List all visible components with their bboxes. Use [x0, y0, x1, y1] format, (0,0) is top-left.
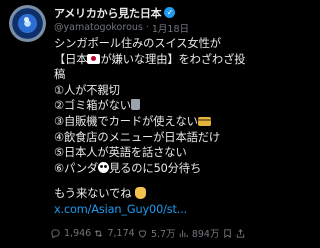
panda-icon [97, 161, 109, 173]
timestamp[interactable]: 1月18日 [152, 21, 189, 35]
reason-3: ③自販機でカードが使えない [54, 114, 243, 130]
tweet-line-1: シンガポール住みのスイス女性が [54, 37, 221, 50]
reply-icon [51, 228, 60, 238]
share-icon [236, 228, 245, 238]
verified-badge-icon[interactable]: ✓ [164, 7, 176, 18]
tweet-line-2-start: 【日本 [54, 52, 88, 66]
reason-3-text: ③自販機でカードが使えない [54, 114, 198, 128]
closing-text: もう来ないでね [54, 187, 132, 201]
heart-icon [138, 229, 147, 238]
reason-6-end: 見るのに50分待ち [108, 161, 202, 175]
credit-card-icon [197, 116, 211, 126]
repost-icon [95, 229, 103, 237]
tweet-line-3: 稿 [54, 68, 66, 82]
action-bar: 1,946 7,174 5.7万 894万 [50, 226, 246, 240]
tweet-meta: @yamatogokorous · 1月18日 [54, 21, 243, 35]
tweet-link[interactable]: x.com/Asian_Guy00/st... [54, 203, 187, 216]
repost-count: 7,174 [107, 227, 135, 239]
share-button[interactable] [235, 228, 246, 239]
like-button[interactable]: 5.7万 [137, 226, 176, 240]
trash-can-icon [130, 99, 140, 111]
tweet-header: アメリカから見た日本 ✓ [54, 5, 243, 20]
views-count: 894万 [191, 229, 220, 240]
reason-4: ④飲食店のメニューが日本語だけ [54, 130, 221, 144]
tweet-line-2: 【日本 が嫌いな理由】をわざわざ投 [54, 52, 246, 68]
clapping-hands-icon [134, 187, 146, 200]
reply-button[interactable]: 1,946 [50, 228, 91, 239]
like-count: 5.7万 [150, 229, 176, 240]
reason-2-text: ②ゴミ箱がない [54, 99, 131, 113]
avatar[interactable] [9, 5, 46, 42]
bookmark-icon [224, 228, 231, 238]
repost-button[interactable]: 7,174 [93, 227, 135, 239]
tweet-link-line: x.com/Asian_Guy00/st... [54, 202, 243, 218]
reason-6: ⑥パンダ 見るのに50分待ち [54, 161, 243, 177]
avatar-highlight [24, 17, 29, 22]
bookmark-button[interactable] [222, 228, 233, 239]
display-name[interactable]: アメリカから見た日本 [54, 5, 162, 21]
bar-chart-icon [179, 229, 188, 237]
reply-count: 1,946 [64, 227, 92, 239]
reason-2: ②ゴミ箱がない [54, 98, 243, 114]
reason-1: ①人が不親切 [54, 83, 120, 97]
japan-flag-icon [87, 53, 101, 64]
reason-6-start: ⑥パンダ [54, 161, 98, 175]
handle[interactable]: @yamatogokorous [54, 22, 143, 33]
tweet[interactable]: アメリカから見た日本 ✓ @yamatogokorous · 1月18日 シンガ… [0, 0, 250, 248]
views-button[interactable]: 894万 [178, 226, 220, 240]
tweet-body: シンガポール住みのスイス女性が 【日本 が嫌いな理由】をわざわざ投 稿 ①人が不親… [54, 36, 246, 218]
tweet-line-2-end: が嫌いな理由】をわざわざ投 [100, 52, 246, 66]
reason-5: ⑤日本人が英語を話さない [54, 146, 187, 160]
tweet-closing: もう来ないでね [54, 186, 243, 202]
meta-separator: · [145, 22, 149, 33]
